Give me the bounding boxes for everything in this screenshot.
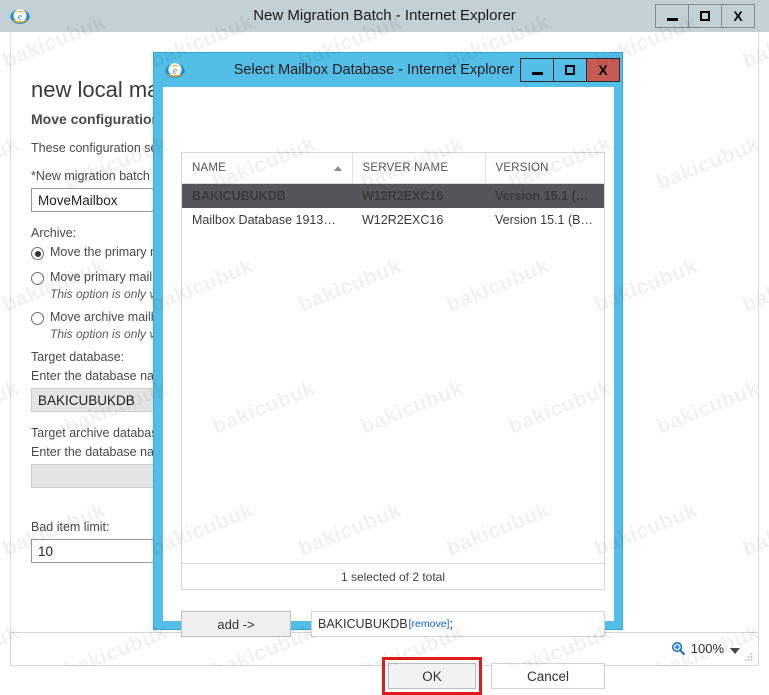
sort-ascending-icon <box>333 166 342 171</box>
close-icon: X <box>598 62 608 78</box>
select-mailbox-database-dialog: e Select Mailbox Database - Internet Exp… <box>153 52 623 695</box>
selected-item-separator: ; <box>449 617 453 631</box>
minimize-icon <box>531 72 543 75</box>
zoom-control[interactable]: 100% <box>671 641 724 656</box>
database-list[interactable]: NAME SERVER NAME VERSION BAKICUBUKDB W12… <box>181 152 605 564</box>
dialog-title: Select Mailbox Database - Internet Explo… <box>233 62 515 78</box>
column-header-label: NAME <box>192 162 227 174</box>
ok-button[interactable]: OK <box>388 663 476 689</box>
minimize-icon <box>666 18 678 21</box>
cell-name: Mailbox Database 1913745... <box>192 213 352 227</box>
cell-name: BAKICUBUKDB <box>182 183 352 208</box>
selected-items-field[interactable]: BAKICUBUKDB [remove]; <box>311 611 605 637</box>
cell-version: Version 15.1 (Build... <box>485 183 604 208</box>
chevron-down-icon[interactable] <box>730 648 740 654</box>
dialog-maximize-button[interactable] <box>553 58 587 82</box>
magnifier-icon <box>671 641 686 656</box>
dialog-window-controls: X <box>520 58 620 82</box>
remove-link[interactable]: [remove] <box>409 618 450 630</box>
column-header-server-name[interactable]: SERVER NAME <box>352 153 486 184</box>
maximize-icon <box>565 65 575 75</box>
dialog-minimize-button[interactable] <box>520 58 554 82</box>
dialog-close-button[interactable]: X <box>586 58 620 82</box>
table-row[interactable]: BAKICUBUKDB W12R2EXC16 Version 15.1 (Bui… <box>182 183 604 208</box>
table-header-row: NAME SERVER NAME VERSION <box>182 153 604 184</box>
column-header-name[interactable]: NAME <box>182 153 353 184</box>
ok-button-label: OK <box>422 668 442 684</box>
maximize-icon <box>700 11 710 21</box>
selection-status: 1 selected of 2 total <box>181 564 605 590</box>
cell-server-name: W12R2EXC16 <box>362 213 444 227</box>
column-header-label: SERVER NAME <box>362 162 449 174</box>
dialog-cancel-label: Cancel <box>526 668 570 684</box>
close-icon: X <box>733 8 743 24</box>
radio-icon-checked <box>31 247 44 260</box>
dialog-client-area: NAME SERVER NAME VERSION BAKICUBUKDB W12… <box>163 87 614 695</box>
radio-icon-unchecked <box>31 312 44 325</box>
dialog-titlebar: e Select Mailbox Database - Internet Exp… <box>154 53 622 87</box>
svg-text:e: e <box>173 65 177 75</box>
minimize-button[interactable] <box>655 4 689 28</box>
selection-status-label: 1 selected of 2 total <box>340 569 446 584</box>
radio-icon-unchecked <box>31 272 44 285</box>
column-header-version[interactable]: VERSION <box>485 153 604 184</box>
add-button[interactable]: add -> <box>181 611 291 637</box>
maximize-button[interactable] <box>688 4 722 28</box>
add-button-label: add -> <box>217 616 255 632</box>
radio-label: Move primary mailbo <box>50 270 167 284</box>
dialog-cancel-button[interactable]: Cancel <box>491 663 605 689</box>
cell-version: Version 15.1 (Build ... <box>495 213 604 227</box>
outer-window-controls: X <box>655 4 755 28</box>
close-button[interactable]: X <box>721 4 755 28</box>
selected-item-name: BAKICUBUKDB <box>318 617 408 631</box>
resize-grip[interactable] <box>742 650 754 662</box>
database-table: NAME SERVER NAME VERSION BAKICUBUKDB W12… <box>182 153 604 232</box>
column-header-label: VERSION <box>495 162 549 174</box>
internet-explorer-icon: e <box>164 59 186 81</box>
cell-server-name: W12R2EXC16 <box>352 183 485 208</box>
table-row[interactable]: Mailbox Database 1913745... W12R2EXC16 V… <box>182 208 604 232</box>
radio-label: Move the primary ma <box>50 245 168 259</box>
outer-window-titlebar: e New Migration Batch - Internet Explore… <box>0 0 769 32</box>
outer-window-title: New Migration Batch - Internet Explorer <box>253 7 516 24</box>
zoom-level-label: 100% <box>690 641 724 656</box>
